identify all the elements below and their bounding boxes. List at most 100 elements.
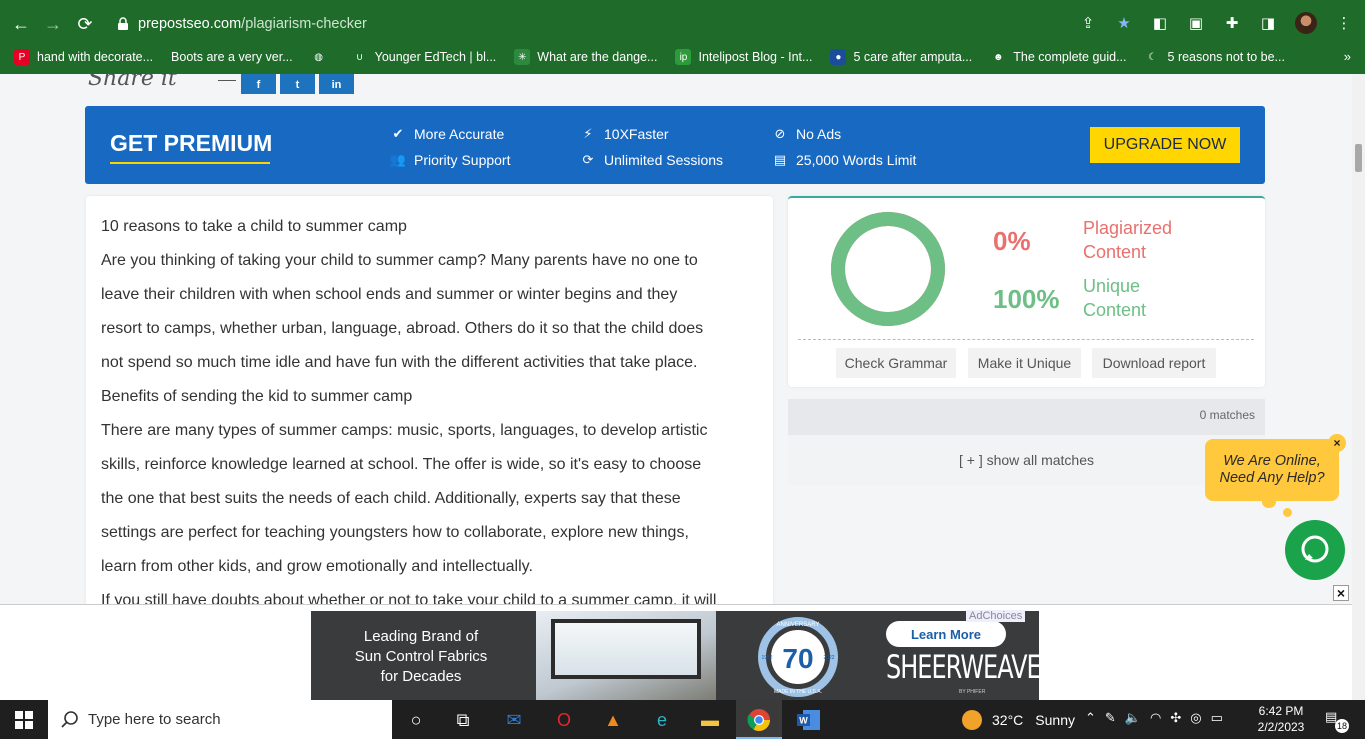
puzzle-icon[interactable]: ✚ xyxy=(1223,14,1241,32)
article-text-panel[interactable]: 10 reasons to take a child to summer cam… xyxy=(86,196,773,636)
cortana-icon[interactable]: ○ xyxy=(403,707,429,733)
article-line: There are many types of summer camps: mu… xyxy=(101,422,708,439)
article-line: Benefits of sending the kid to summer ca… xyxy=(101,388,413,405)
reader-icon[interactable]: ▣ xyxy=(1187,14,1205,32)
profile-avatar[interactable] xyxy=(1295,12,1317,34)
search-icon xyxy=(61,710,78,728)
weather-condition: Sunny xyxy=(1035,712,1075,728)
ad-copy-line: for Decades xyxy=(380,668,462,685)
download-report-button[interactable]: Download report xyxy=(1092,348,1216,378)
ninja-favicon-icon: ☻ xyxy=(990,49,1007,65)
forward-arrow-icon[interactable]: → xyxy=(42,13,64,35)
feature-priority-support: 👥 Priority Support xyxy=(390,152,511,168)
article-line: resort to camps, whether urban, language… xyxy=(101,320,704,337)
bookmark-item[interactable]: ☻ The complete guid... xyxy=(990,49,1127,65)
word-icon[interactable]: W xyxy=(796,707,822,733)
reload-icon[interactable]: ⟳ xyxy=(74,13,96,35)
location-icon[interactable]: ◎ xyxy=(1190,710,1201,726)
adchoices-link[interactable]: AdChoices xyxy=(966,610,1026,622)
sun-icon xyxy=(962,710,982,730)
notification-center-icon[interactable]: ▤ 18 xyxy=(1325,709,1349,733)
sheerweave-ad[interactable]: Leading Brand of Sun Control Fabrics for D… xyxy=(311,611,1039,700)
bookmark-label: The complete guid... xyxy=(1013,50,1127,64)
plagiarized-label: Plagiarized Content xyxy=(1083,216,1172,264)
chat-line: We Are Online, xyxy=(1223,453,1321,469)
bookmarks-bar: Phand with decorate... Boots are a very v… xyxy=(0,40,1365,74)
upgrade-now-button[interactable]: UPGRADE NOW xyxy=(1090,127,1240,163)
ad-close-icon[interactable]: × xyxy=(1333,585,1349,601)
chrome-icon[interactable] xyxy=(746,707,772,733)
article-line: skills, reinforce knowledge learned at s… xyxy=(101,456,702,473)
network-icon[interactable]: ✣ xyxy=(1170,710,1181,726)
start-button[interactable] xyxy=(0,700,48,739)
task-view-icon[interactable]: ⧉ xyxy=(450,707,476,733)
ad-banner-strip: × Leading Brand of Sun Control Fabrics for… xyxy=(0,585,1352,700)
bookmark-label: What are the dange... xyxy=(537,50,658,64)
bookmark-item[interactable]: ☾ 5 reasons not to be... xyxy=(1144,49,1285,65)
vlc-icon[interactable]: ▲ xyxy=(600,707,626,733)
ban-icon: ⊘ xyxy=(774,126,786,141)
battery-icon[interactable]: ▭ xyxy=(1211,710,1223,726)
matches-header: 0 matches xyxy=(788,399,1265,435)
bookmark-label: Boots are a very ver... xyxy=(171,50,293,64)
bookmark-item[interactable]: Boots are a very ver... xyxy=(171,50,293,64)
share-facebook-button[interactable]: f xyxy=(241,74,276,94)
bookmark-item[interactable]: ✳ What are the dange... xyxy=(514,49,657,65)
share-page-icon[interactable]: ⇪ xyxy=(1079,14,1097,32)
article-line: settings are perfect for teaching youngs… xyxy=(101,524,689,541)
bookmark-star-icon[interactable]: ★ xyxy=(1115,14,1133,32)
feature-no-ads: ⊘ No Ads xyxy=(772,126,842,142)
anniversary-badge: 70 ANNIVERSARY 1952 2022 MADE IN THE U.S… xyxy=(758,617,838,697)
taskbar-search[interactable]: Type here to search xyxy=(48,700,392,739)
clock-time: 6:42 PM xyxy=(1258,704,1304,718)
ad-brand-logo: SHEERWEAVE xyxy=(886,648,1039,686)
opera-icon[interactable]: O xyxy=(551,707,577,733)
check-grammar-button[interactable]: Check Grammar xyxy=(836,348,956,378)
weather-widget[interactable]: 32°C Sunny xyxy=(962,710,1075,730)
share-twitter-button[interactable]: t xyxy=(280,74,315,94)
bookmark-item[interactable]: ◍ xyxy=(310,49,334,65)
article-line: leave their children with when school en… xyxy=(101,286,678,303)
taskbar-clock[interactable]: 6:42 PM 2/2/2023 xyxy=(1250,703,1312,735)
chat-bubble-close-icon[interactable]: × xyxy=(1328,434,1346,452)
edge-icon[interactable]: e xyxy=(649,707,675,733)
bookmark-item[interactable]: ip Intelipost Blog - Int... xyxy=(675,49,812,65)
pen-icon[interactable]: ✎ xyxy=(1105,710,1116,726)
chat-bubble-tail xyxy=(1283,508,1292,517)
extension-icon[interactable]: ◧ xyxy=(1151,14,1169,32)
make-it-unique-button[interactable]: Make it Unique xyxy=(968,348,1081,378)
globe-favicon-icon: ◍ xyxy=(310,49,327,65)
bookmark-item[interactable]: Phand with decorate... xyxy=(14,49,153,65)
page-scrollbar[interactable] xyxy=(1352,74,1365,700)
bookmark-label: Younger EdTech | bl... xyxy=(374,50,497,64)
feature-label: 10XFaster xyxy=(604,126,669,142)
bookmark-item[interactable]: ● 5 care after amputa... xyxy=(830,49,972,65)
bookmark-label: Intelipost Blog - Int... xyxy=(698,50,813,64)
bookmark-item[interactable]: ∪ Younger EdTech | bl... xyxy=(351,49,497,65)
share-linkedin-button[interactable]: in xyxy=(319,74,354,94)
bookmarks-overflow-icon[interactable]: » xyxy=(1344,49,1351,64)
ad-learn-more-button[interactable]: Learn More xyxy=(886,621,1006,647)
chat-launcher-button[interactable] xyxy=(1285,520,1345,580)
badge-left: 1952 xyxy=(761,655,772,661)
scrollbar-thumb[interactable] xyxy=(1355,144,1362,172)
show-all-matches-link[interactable]: [ + ] show all matches xyxy=(788,452,1265,468)
side-panel-icon[interactable]: ◨ xyxy=(1259,14,1277,32)
file-explorer-icon[interactable]: ▬ xyxy=(697,707,723,733)
share-divider xyxy=(218,80,236,81)
chevron-up-icon[interactable]: ⌃ xyxy=(1085,710,1096,726)
volume-icon[interactable]: 🔈 xyxy=(1125,710,1141,726)
ad-photo-window xyxy=(551,619,701,679)
back-arrow-icon[interactable]: ← xyxy=(10,13,32,35)
chat-greeting-bubble[interactable]: We Are Online, Need Any Help? xyxy=(1205,439,1339,501)
moon-favicon-icon: ☾ xyxy=(1144,49,1161,65)
badge-right: 2022 xyxy=(823,655,834,661)
menu-kebab-icon[interactable]: ⋮ xyxy=(1335,14,1353,32)
wifi-icon[interactable]: ◠ xyxy=(1150,710,1161,726)
feature-label: Priority Support xyxy=(414,152,511,168)
circle-favicon-icon: ● xyxy=(830,49,847,65)
article-line: not spend so much time idle and have fun… xyxy=(101,354,698,371)
mail-icon[interactable]: ✉ xyxy=(501,707,527,733)
ad-copy-line: Sun Control Fabrics xyxy=(354,648,488,665)
address-bar[interactable]: prepostseo.com/plagiarism-checker xyxy=(116,16,367,32)
